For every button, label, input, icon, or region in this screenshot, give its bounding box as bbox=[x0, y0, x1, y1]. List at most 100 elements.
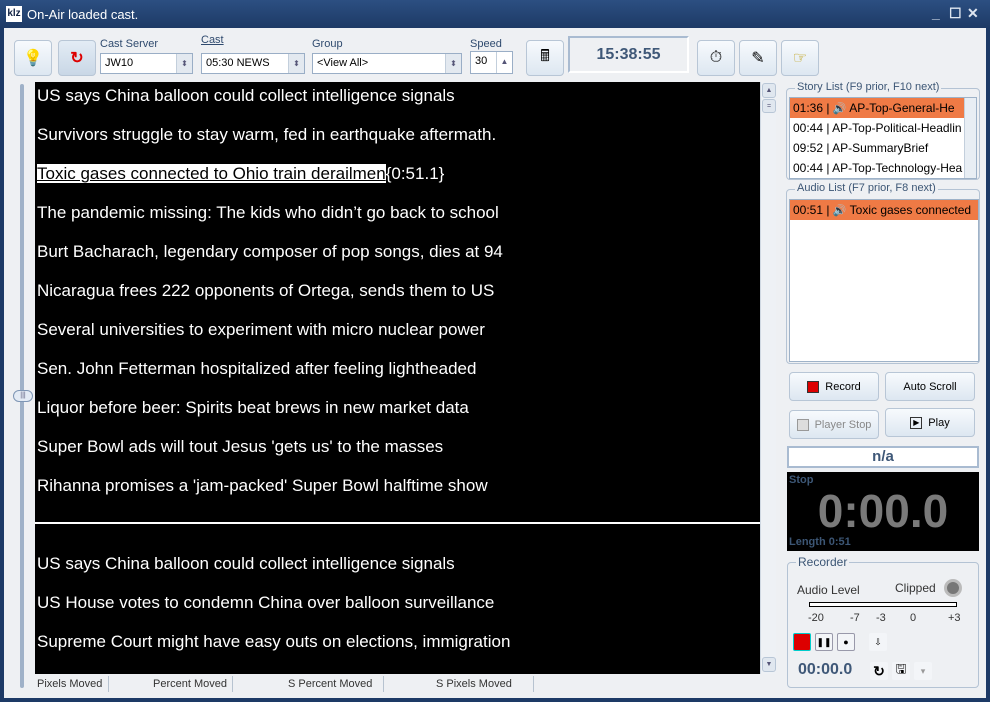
play-button[interactable]: ▶ Play bbox=[885, 408, 975, 437]
speaker-icon: 🔊 bbox=[832, 205, 847, 217]
rec-pause-button[interactable]: ❚❚ bbox=[815, 633, 833, 651]
level-tick: -3 bbox=[876, 612, 886, 624]
player-time: 0:00.0 bbox=[817, 485, 949, 537]
story-item[interactable]: 01:36 | 🔊 AP-Top-General-He bbox=[790, 98, 976, 118]
reload-button[interactable]: ↻ bbox=[58, 40, 96, 76]
stopwatch-button[interactable]: ⏱ bbox=[697, 40, 735, 76]
story-item[interactable]: 00:44 | AP-Top-Political-Headlin bbox=[790, 118, 976, 138]
prompter-line: Super Bowl ads will tout Jesus 'gets us'… bbox=[37, 437, 444, 456]
player-timer: Stop 0:00.0 Length 0:51 bbox=[787, 472, 979, 551]
rec-save-button[interactable]: 🖫 bbox=[892, 661, 910, 680]
prompter-line: US says China balloon could collect inte… bbox=[37, 554, 455, 573]
pointer-button[interactable]: ☞ bbox=[781, 40, 819, 76]
record-button[interactable]: Record bbox=[789, 372, 879, 401]
app-logo: klz bbox=[6, 6, 22, 22]
group-select[interactable]: <View All> ⬍ bbox=[312, 53, 462, 74]
group-value: <View All> bbox=[317, 57, 369, 69]
rec-stop-button[interactable]: ● bbox=[837, 633, 855, 651]
level-tick: -7 bbox=[850, 612, 860, 624]
audio-list[interactable]: 00:51 | 🔊 Toxic gases connected bbox=[789, 199, 979, 362]
audio-level-meter bbox=[809, 602, 957, 607]
cast-server-value: JW10 bbox=[105, 57, 134, 69]
story-item[interactable]: 09:52 | AP-SummaryBrief bbox=[790, 138, 976, 158]
prompter-line: Survivors struggle to stay warm, fed in … bbox=[37, 125, 497, 144]
clipped-label: Clipped bbox=[895, 581, 936, 595]
prompter-line: Nicaragua frees 222 opponents of Ortega,… bbox=[37, 281, 495, 300]
pointer-icon: ☞ bbox=[792, 50, 808, 67]
reload-icon: ↻ bbox=[70, 50, 84, 67]
status-bar: Pixels Moved Percent Moved S Percent Mov… bbox=[35, 676, 776, 692]
cast-select[interactable]: 05:30 NEWS ⬍ bbox=[201, 53, 305, 74]
lightbulb-button[interactable]: 💡 bbox=[14, 40, 52, 76]
level-tick: 0 bbox=[910, 612, 917, 624]
prompter-line: Several universities to experiment with … bbox=[37, 320, 485, 339]
cast-label: Cast bbox=[201, 34, 224, 46]
window-title: On-Air loaded cast. bbox=[27, 7, 139, 22]
stopwatch-icon: ⏱ bbox=[709, 49, 723, 66]
record-icon bbox=[807, 380, 820, 393]
scroll-up-button[interactable]: ▲ bbox=[762, 83, 776, 98]
play-icon: ▶ bbox=[910, 416, 923, 429]
prompter-line: Supreme Court might have easy outs on el… bbox=[37, 632, 511, 651]
recorder-label: Recorder bbox=[796, 555, 850, 569]
scroll-down-button[interactable]: ▼ bbox=[762, 657, 776, 672]
level-tick: +3 bbox=[948, 612, 961, 624]
stop-icon bbox=[796, 418, 809, 431]
speed-value: 30 bbox=[475, 55, 488, 67]
story-list-group: Story List (F9 prior, F10 next) 01:36 | … bbox=[786, 81, 980, 180]
rec-reload-button[interactable]: ↻ bbox=[870, 662, 888, 680]
rec-export-button[interactable]: ⇩ bbox=[869, 633, 887, 651]
speaker-icon: 🔊 bbox=[832, 103, 847, 115]
edit-icon: ✎ bbox=[751, 50, 765, 67]
status-s-percent-moved: S Percent Moved bbox=[286, 676, 384, 692]
right-panel: Story List (F9 prior, F10 next) 01:36 | … bbox=[785, 80, 981, 692]
export-icon: ⇩ bbox=[874, 636, 882, 647]
speed-stepper[interactable]: 30 ▲ bbox=[470, 51, 513, 74]
recorder-group: Recorder Audio Level Clipped -20 -7 -3 0… bbox=[787, 555, 979, 688]
cast-server-label: Cast Server bbox=[100, 38, 159, 50]
cast-value: 05:30 NEWS bbox=[206, 57, 270, 69]
rec-dropdown-button[interactable]: ▾ bbox=[914, 662, 932, 680]
rec-record-button[interactable] bbox=[793, 633, 811, 651]
scroll-slider-track[interactable] bbox=[20, 84, 24, 688]
story-list-scrollbar[interactable] bbox=[964, 98, 976, 178]
story-list-label: Story List (F9 prior, F10 next) bbox=[795, 81, 942, 93]
prompter-line-current: Toxic gases connected to Ohio train dera… bbox=[37, 164, 444, 184]
audio-list-label: Audio List (F7 prior, F8 next) bbox=[795, 182, 938, 194]
close-button[interactable]: ✕ bbox=[967, 5, 979, 22]
status-s-pixels-moved: S Pixels Moved bbox=[434, 676, 534, 692]
prompter-line: Liquor before beer: Spirits beat brews i… bbox=[37, 398, 469, 417]
player-stop-button[interactable]: Player Stop bbox=[789, 410, 879, 439]
save-icon: 🖫 bbox=[895, 661, 907, 676]
cast-server-select[interactable]: JW10 ⬍ bbox=[100, 53, 193, 74]
calculator-icon: 🖩 bbox=[540, 47, 550, 65]
scroll-thumb[interactable]: = bbox=[762, 99, 776, 113]
prompter-view[interactable]: US says China balloon could collect inte… bbox=[35, 82, 760, 674]
auto-scroll-button[interactable]: Auto Scroll bbox=[885, 372, 975, 401]
spinner-icon: ⬍ bbox=[445, 54, 461, 73]
story-list[interactable]: 01:36 | 🔊 AP-Top-General-He 00:44 | AP-T… bbox=[789, 97, 977, 179]
recorder-time: 00:00.0 bbox=[798, 661, 853, 678]
level-tick: -20 bbox=[808, 612, 824, 624]
edit-button[interactable]: ✎ bbox=[739, 40, 777, 76]
minimize-button[interactable]: _ bbox=[932, 5, 940, 21]
prompter-line: The pandemic missing: The kids who didn’… bbox=[37, 203, 499, 222]
calculator-button[interactable]: 🖩 bbox=[526, 40, 564, 76]
scroll-slider-thumb[interactable]: ||| bbox=[13, 390, 33, 402]
clipped-indicator-icon bbox=[944, 579, 962, 597]
maximize-button[interactable]: ☐ bbox=[949, 5, 962, 22]
stepper-arrows-icon[interactable]: ▲ bbox=[496, 52, 512, 73]
prompter-line: US House votes to condemn China over bal… bbox=[37, 593, 495, 612]
prompter-line: Rihanna promises a 'jam-packed' Super Bo… bbox=[37, 476, 488, 495]
spinner-icon: ⬍ bbox=[176, 54, 192, 73]
current-line-time: {0:51.1} bbox=[385, 164, 445, 183]
story-item[interactable]: 00:44 | AP-Top-Technology-Hea bbox=[790, 158, 976, 178]
lightbulb-icon: 💡 bbox=[23, 50, 43, 67]
status-pixels-moved: Pixels Moved bbox=[35, 676, 109, 692]
prompter-scrollbar[interactable]: ▲ = ▼ bbox=[760, 82, 776, 674]
speed-label: Speed bbox=[470, 38, 502, 50]
story-separator bbox=[35, 522, 760, 524]
status-percent-moved: Percent Moved bbox=[151, 676, 233, 692]
audio-level-label: Audio Level bbox=[797, 583, 860, 597]
audio-item[interactable]: 00:51 | 🔊 Toxic gases connected bbox=[790, 200, 978, 220]
